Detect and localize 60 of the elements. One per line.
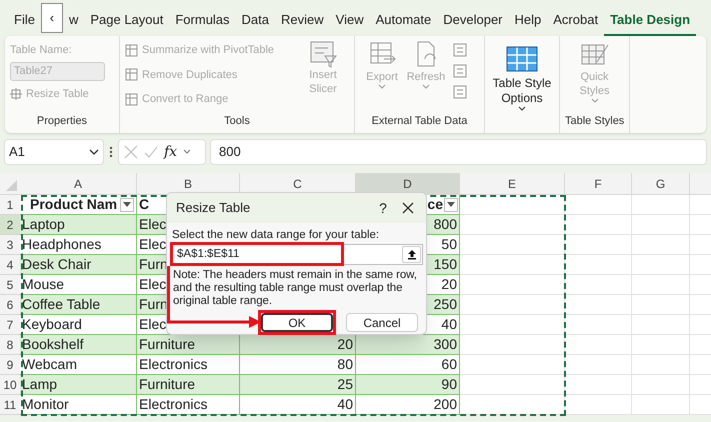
table-style-options-button[interactable]: Table Style Options [490, 40, 554, 129]
table-cell: Electronics [137, 395, 240, 415]
insert-function-button[interactable]: fx [164, 142, 178, 162]
table-cell: Lamp [20, 375, 137, 395]
column-header[interactable]: D [356, 173, 460, 195]
table-cell: Coffee Table [20, 295, 137, 315]
dialog-button[interactable]: Cancel [346, 313, 418, 332]
row-header[interactable]: 3 [0, 235, 20, 255]
row-header[interactable]: 6 [0, 295, 20, 315]
table-cell: Headphones [20, 235, 137, 255]
table-cell: Desk Chair [20, 255, 137, 275]
group-label: Properties [36, 114, 88, 128]
table-cell: Webcam [20, 355, 137, 375]
dialog-button[interactable]: OK [261, 313, 333, 332]
table-cell: 200 [356, 395, 460, 415]
name-box[interactable]: A1 [4, 139, 104, 165]
row-header[interactable]: 8 [0, 335, 20, 355]
table-cell: 25 [240, 375, 356, 395]
ribbon-tab[interactable]: Acrobat [547, 6, 604, 36]
table-cell: Mouse [20, 275, 137, 295]
scroll-left-button[interactable]: ‹ [40, 2, 63, 32]
table-cell: Laptop [20, 215, 137, 235]
row-header[interactable]: 2 [0, 215, 20, 235]
group-label: External Table Data [370, 114, 468, 128]
ribbon-tab[interactable]: Automate [370, 6, 438, 36]
ribbon-tab[interactable]: w [62, 6, 84, 36]
table-cell: 60 [356, 355, 460, 375]
ribbon-tab[interactable]: File [8, 6, 41, 36]
name-box-value: A1 [9, 143, 25, 162]
ribbon-tab[interactable]: View [330, 6, 370, 36]
ribbon-tab[interactable]: Formulas [169, 6, 236, 36]
formula-value: 800 [219, 143, 241, 162]
row-header[interactable]: 9 [0, 355, 20, 375]
ribbon-tab[interactable]: Page Layout [84, 6, 170, 36]
ribbon-tab[interactable]: Review [275, 6, 330, 36]
row-header[interactable]: 11 [0, 395, 20, 415]
field-label: Table Name: [10, 43, 73, 58]
table-cell: Keyboard [20, 315, 137, 335]
group-label: Tools [223, 114, 251, 128]
group-label: Table Styles [565, 114, 624, 128]
row-header[interactable]: 7 [0, 315, 20, 335]
ribbon-tab[interactable]: Data [236, 6, 276, 36]
ribbon-tab[interactable]: Help [508, 6, 548, 36]
row-header[interactable]: 10 [0, 375, 20, 395]
column-heading: Product Nam [29, 195, 118, 214]
table-cell: 300 [356, 335, 460, 355]
table-cell: 20 [240, 335, 356, 355]
table-cell: 90 [356, 375, 460, 395]
table-cell: 80 [240, 355, 356, 375]
row-header[interactable]: 1 [0, 195, 20, 215]
table-cell: 40 [240, 395, 356, 415]
table-cell: Monitor [20, 395, 137, 415]
row-header[interactable]: 5 [0, 275, 20, 295]
table-cell: Bookshelf [20, 335, 137, 355]
table-cell: Furniture [137, 335, 240, 355]
column-heading: ce [427, 195, 443, 214]
ribbon-tab[interactable]: Developer [437, 6, 509, 36]
row-header[interactable]: 4 [0, 255, 20, 275]
table-cell: Electronics [137, 355, 240, 375]
table-cell: Furniture [137, 375, 240, 395]
